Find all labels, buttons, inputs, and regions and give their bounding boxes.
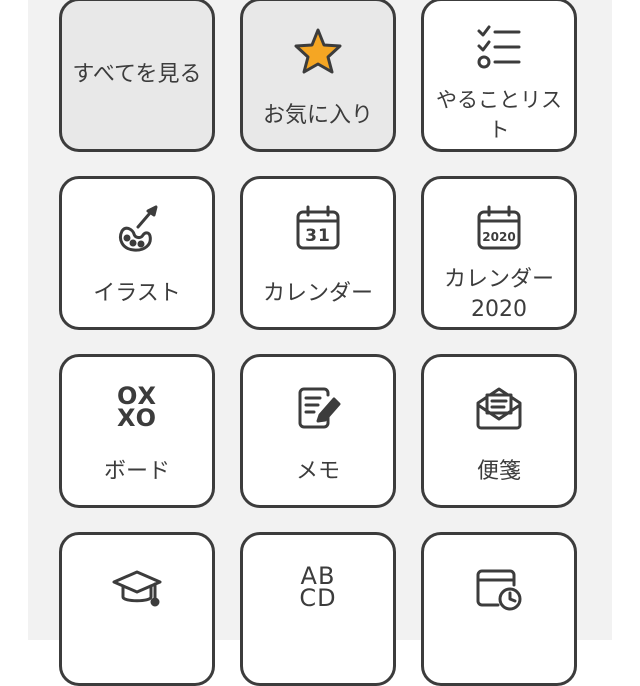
star-icon xyxy=(243,27,393,75)
tile-board[interactable]: OX XO ボード xyxy=(59,354,215,508)
tile-illust[interactable]: イラスト xyxy=(59,176,215,330)
tile-favorites-label: お気に入り xyxy=(262,103,373,128)
tile-board-label: ボード xyxy=(103,459,170,484)
tile-memo[interactable]: メモ xyxy=(240,354,396,508)
calendar-2020-icon-year: 2020 xyxy=(482,230,516,244)
tile-all-label: すべてを見る xyxy=(72,62,202,87)
graduation-cap-icon xyxy=(62,569,212,611)
tile-calendar-2020[interactable]: 2020 カレンダー 2020 xyxy=(421,176,577,330)
tile-all[interactable]: すべてを見る xyxy=(59,0,215,152)
tile-memo-label: メモ xyxy=(295,459,340,484)
tile-todo[interactable]: やることリスト xyxy=(421,0,577,152)
tile-calendar-label: カレンダー xyxy=(262,281,373,306)
calendar-icon: 31 xyxy=(243,205,393,251)
tic-tac-toe-icon: OX XO xyxy=(62,384,212,432)
calendar-icon-date: 31 xyxy=(305,226,331,246)
alphabet-icon: AB CD xyxy=(243,564,393,612)
tile-calendar-2020-label: カレンダー xyxy=(443,267,554,292)
calendar-2020-icon: 2020 xyxy=(424,205,574,251)
calendar-clock-icon xyxy=(424,565,574,613)
alphabet-icon-bottom: CD xyxy=(299,584,337,612)
tile-calendar-2020-year: 2020 xyxy=(471,297,527,322)
tile-stationery-label: 便箋 xyxy=(476,459,521,484)
tile-alphabet[interactable]: AB CD xyxy=(240,532,396,686)
tile-calendar[interactable]: 31 カレンダー xyxy=(240,176,396,330)
checklist-icon xyxy=(424,23,574,71)
tile-study[interactable] xyxy=(59,532,215,686)
tile-illust-label: イラスト xyxy=(93,281,181,306)
memo-pencil-icon xyxy=(243,383,393,431)
palette-brush-icon xyxy=(62,205,212,255)
tile-todo-label: やることリスト xyxy=(436,88,562,142)
open-envelope-icon xyxy=(424,383,574,431)
tile-schedule[interactable] xyxy=(421,532,577,686)
tile-favorites[interactable]: お気に入り xyxy=(240,0,396,152)
tile-stationery[interactable]: 便箋 xyxy=(421,354,577,508)
board-icon-bottom: XO xyxy=(116,404,158,432)
